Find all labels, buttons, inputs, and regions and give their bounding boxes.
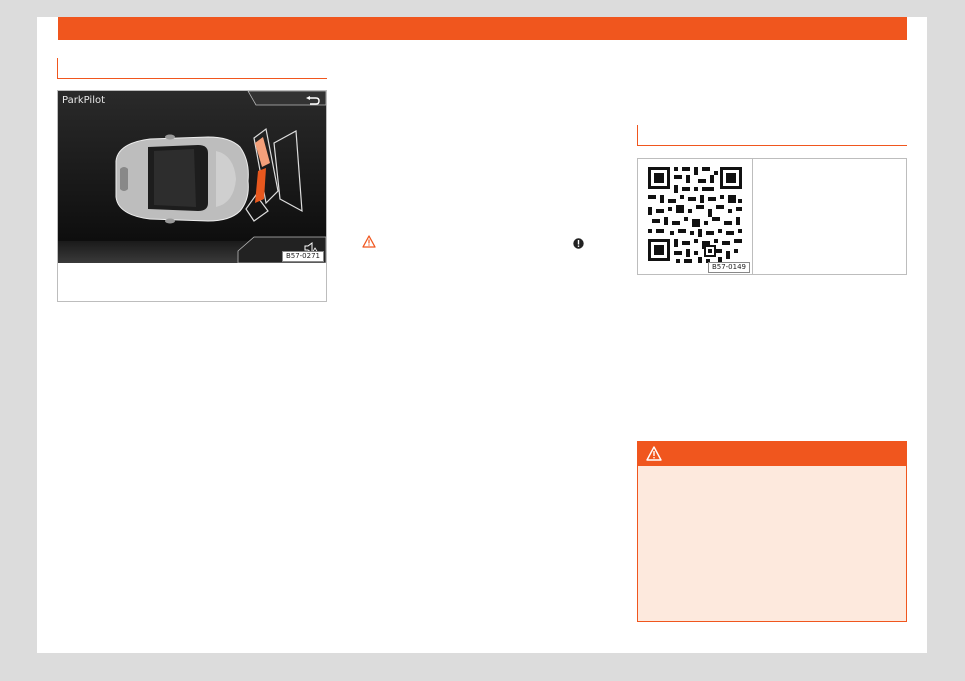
figure-code: B57-0271 (281, 251, 324, 262)
screen-title: ParkPilot (62, 95, 106, 106)
qr-panel: B57-0149 (638, 159, 753, 274)
section-heading-rule-right (637, 125, 907, 146)
qr-code-graphic (648, 167, 742, 263)
section-heading-rule-left (57, 58, 327, 79)
warning-box (637, 441, 907, 622)
warning-header (638, 442, 906, 466)
parkpilot-graphic (58, 91, 326, 263)
warning-triangle-icon (362, 235, 376, 248)
header-bar (58, 17, 907, 40)
warning-triangle-icon (646, 446, 662, 461)
parkpilot-screen: ParkPilot B57-0271 (58, 91, 326, 263)
exclamation-circle-icon (573, 236, 584, 249)
back-arrow-icon[interactable] (304, 93, 320, 111)
car-graphic (115, 134, 249, 224)
qr-figure-code: B57-0149 (707, 262, 750, 273)
